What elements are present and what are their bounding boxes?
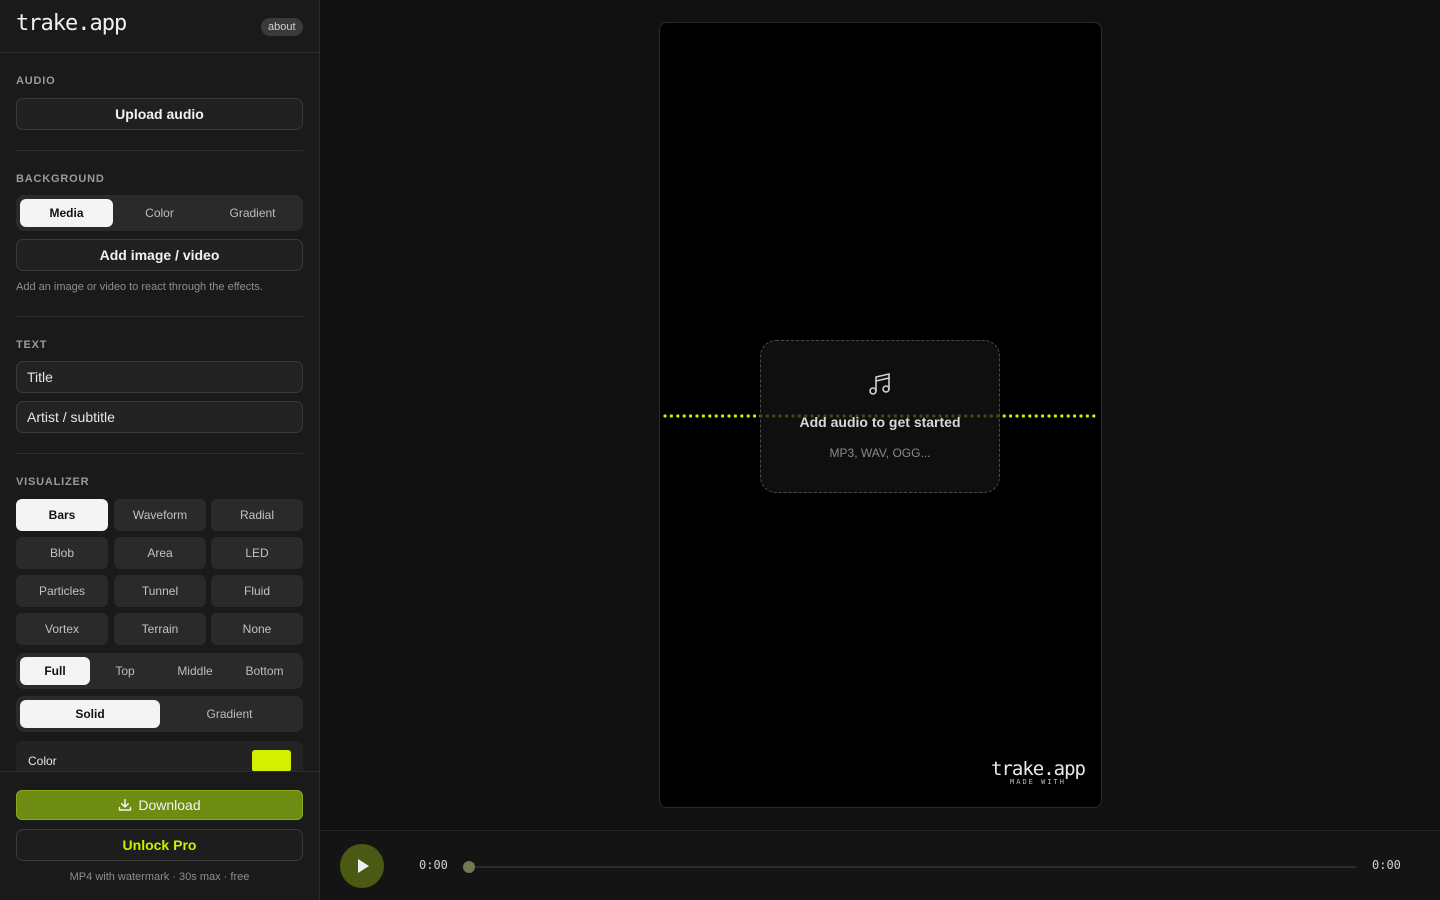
background-tab-color[interactable]: Color (113, 199, 206, 227)
visualizer-dot (1021, 414, 1025, 418)
visualizer-dot (1041, 414, 1045, 418)
viz-style-fluid[interactable]: Fluid (211, 575, 303, 607)
visualizer-dot (1047, 414, 1051, 418)
playback-bar: 0:00 0:00 (320, 830, 1440, 900)
visualizer-dot (740, 414, 744, 418)
text-section-label: TEXT (16, 339, 48, 351)
viz-style-terrain[interactable]: Terrain (114, 613, 206, 645)
visualizer-dot (663, 414, 667, 418)
background-section-label: BACKGROUND (16, 173, 105, 185)
viz-style-vortex[interactable]: Vortex (16, 613, 108, 645)
visualizer-dot (676, 414, 680, 418)
preview-canvas[interactable]: Add audio to get started MP3, WAV, OGG..… (659, 22, 1102, 808)
audio-section-label: AUDIO (16, 75, 56, 87)
visualizer-dot (701, 414, 705, 418)
sidebar-header: trake.app about (0, 0, 319, 53)
viz-style-led[interactable]: LED (211, 537, 303, 569)
seek-track[interactable] (470, 866, 1356, 868)
download-icon (119, 798, 132, 811)
watermark-logo: trake.app (991, 758, 1086, 780)
watermark: trake.app MADE WITH (988, 758, 1088, 786)
section-divider (16, 150, 303, 151)
preview-area: Add audio to get started MP3, WAV, OGG..… (320, 0, 1440, 830)
position-full[interactable]: Full (20, 657, 90, 685)
visualizer-dot (1053, 414, 1057, 418)
visualizer-dot (1073, 414, 1077, 418)
fill-solid[interactable]: Solid (20, 700, 160, 728)
sidebar-footer: Download Unlock Pro MP4 with watermark ·… (0, 771, 319, 900)
play-icon (358, 859, 369, 873)
visualizer-dot (1079, 414, 1083, 418)
color-picker-row: Color (16, 741, 303, 771)
upload-audio-button[interactable]: Upload audio (16, 98, 303, 130)
drop-zone-title: Add audio to get started (799, 414, 961, 430)
visualizer-dot (1066, 414, 1070, 418)
visualizer-dot (1085, 414, 1089, 418)
position-middle[interactable]: Middle (160, 657, 230, 685)
viz-style-tunnel[interactable]: Tunnel (114, 575, 206, 607)
audio-drop-zone[interactable]: Add audio to get started MP3, WAV, OGG..… (760, 340, 1000, 493)
viz-style-area[interactable]: Area (114, 537, 206, 569)
play-button[interactable] (340, 844, 384, 888)
total-time: 0:00 (1372, 858, 1401, 872)
visualizer-dot (1009, 414, 1013, 418)
add-image-video-button[interactable]: Add image / video (16, 239, 303, 271)
title-input[interactable]: Title (16, 361, 303, 393)
visualizer-dot (727, 414, 731, 418)
visualizer-dot (708, 414, 712, 418)
background-tab-gradient[interactable]: Gradient (206, 199, 299, 227)
visualizer-dot (1034, 414, 1038, 418)
color-swatch[interactable] (252, 750, 291, 771)
visualizer-dot (1028, 414, 1032, 418)
download-button[interactable]: Download (16, 790, 303, 820)
position-bottom[interactable]: Bottom (230, 657, 299, 685)
download-label: Download (138, 797, 201, 813)
app-logo[interactable]: trake.app (16, 11, 127, 36)
current-time: 0:00 (419, 858, 448, 872)
sidebar: trake.app about AUDIO Upload audio BACKG… (0, 0, 320, 900)
visualizer-dot (746, 414, 750, 418)
music-note-icon (869, 373, 890, 395)
visualizer-dot (733, 414, 737, 418)
position-top[interactable]: Top (90, 657, 160, 685)
viz-style-bars[interactable]: Bars (16, 499, 108, 531)
drop-zone-formats: MP3, WAV, OGG... (829, 446, 931, 460)
visualizer-dot (669, 414, 673, 418)
background-type-selector: Media Color Gradient (16, 195, 303, 231)
background-hint: Add an image or video to react through t… (16, 281, 263, 293)
viz-style-radial[interactable]: Radial (211, 499, 303, 531)
fill-mode-selector: Solid Gradient (16, 696, 303, 732)
visualizer-section-label: VISUALIZER (16, 476, 90, 488)
visualizer-dot (714, 414, 718, 418)
visualizer-dot (1002, 414, 1006, 418)
viz-position-selector: Full Top Middle Bottom (16, 653, 303, 689)
visualizer-dot (753, 414, 757, 418)
visualizer-dot (1092, 414, 1096, 418)
background-tab-media[interactable]: Media (20, 199, 113, 227)
fill-gradient[interactable]: Gradient (160, 700, 299, 728)
visualizer-dot (682, 414, 686, 418)
visualizer-dot (695, 414, 699, 418)
color-label: Color (28, 754, 57, 768)
seek-handle[interactable] (463, 861, 475, 873)
visualizer-dot (689, 414, 693, 418)
section-divider (16, 453, 303, 454)
viz-style-waveform[interactable]: Waveform (114, 499, 206, 531)
about-button[interactable]: about (261, 18, 303, 36)
viz-style-blob[interactable]: Blob (16, 537, 108, 569)
sidebar-scroll-area[interactable]: AUDIO Upload audio BACKGROUND Media Colo… (0, 53, 319, 771)
section-divider (16, 316, 303, 317)
unlock-pro-button[interactable]: Unlock Pro (16, 829, 303, 861)
viz-style-particles[interactable]: Particles (16, 575, 108, 607)
export-note: MP4 with watermark · 30s max · free (69, 871, 250, 883)
visualizer-dot (721, 414, 725, 418)
visualizer-dot (1015, 414, 1019, 418)
subtitle-input[interactable]: Artist / subtitle (16, 401, 303, 433)
visualizer-dot (1060, 414, 1064, 418)
viz-style-none[interactable]: None (211, 613, 303, 645)
